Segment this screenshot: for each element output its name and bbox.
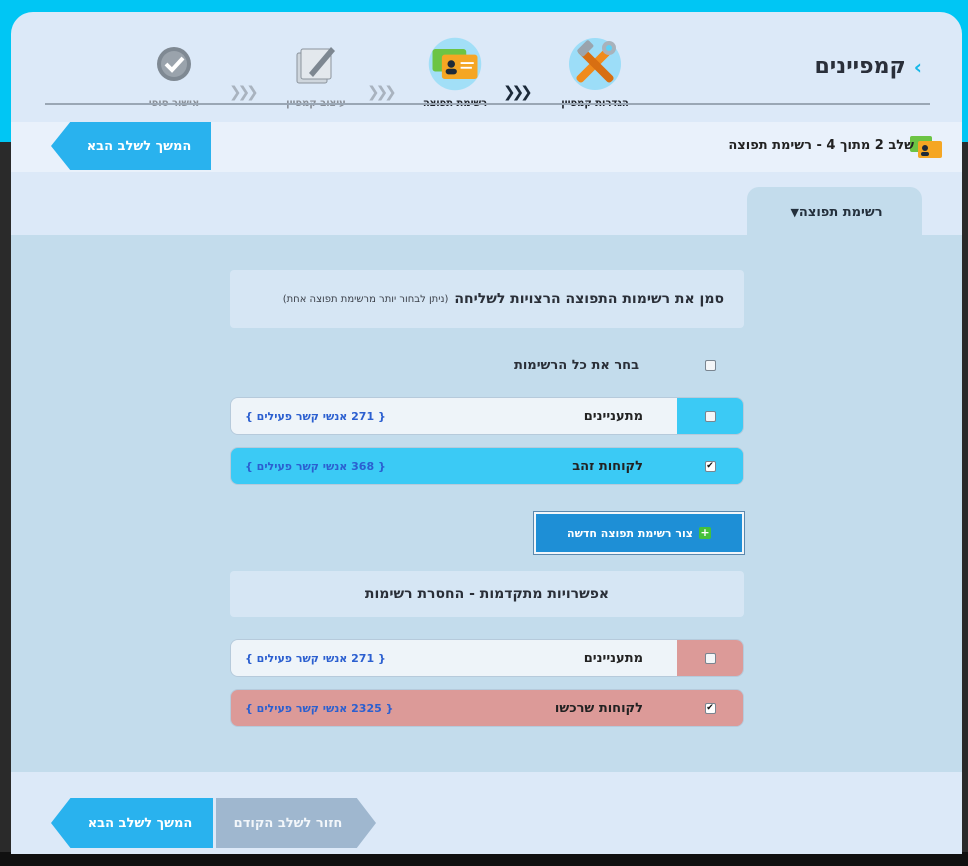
plus-icon: + xyxy=(698,526,711,539)
list-checkbox-cell[interactable]: ✔ xyxy=(677,448,743,484)
tab-label: רשימת תפוצה xyxy=(798,204,883,220)
next-step-button-top[interactable]: המשך לשלב הבא xyxy=(51,122,211,170)
list-name: לקוחות זהב xyxy=(572,458,643,474)
tab-mailing-list[interactable]: רשימת תפוצה ▼ xyxy=(747,187,922,237)
exclude-count-link[interactable]: { 271 אנשי קשר פעילים } xyxy=(231,652,386,665)
next-step-button-bottom[interactable]: המשך לשלב הבא xyxy=(51,798,213,848)
contact-cards-icon xyxy=(425,34,485,94)
list-count-link[interactable]: { 271 אנשי קשר פעילים } xyxy=(231,410,386,423)
exclude-count-link[interactable]: { 2325 אנשי קשר פעילים } xyxy=(231,702,393,715)
list-checkbox[interactable]: ✔ xyxy=(704,460,716,472)
exclude-list-item[interactable]: מתעניינים { 271 אנשי קשר פעילים } xyxy=(230,639,744,677)
step-campaign-design[interactable]: עיצוב קמפיין xyxy=(261,34,371,109)
list-row-body: מתעניינים { 271 אנשי קשר פעילים } xyxy=(231,398,677,434)
previous-step-label: חזור לשלב הקודם xyxy=(233,815,343,831)
taskbar-strip xyxy=(0,852,968,866)
next-step-label: המשך לשלב הבא xyxy=(87,815,193,831)
list-checkbox-cell[interactable] xyxy=(677,398,743,434)
step-final-approval[interactable]: אישור סופי xyxy=(119,34,229,109)
steps-divider xyxy=(45,103,930,105)
step-mailing-list[interactable]: רשימת תפוצה xyxy=(400,34,510,109)
step-campaign-settings[interactable]: הגדרות קמפיין xyxy=(540,34,650,109)
exclude-checkbox[interactable] xyxy=(704,652,716,664)
exclude-row-body: לקוחות שרכשו { 2325 אנשי קשר פעילים } xyxy=(231,690,677,726)
check-circle-icon xyxy=(144,34,204,94)
select-all-row[interactable]: בחר את כל הרשימות xyxy=(514,358,716,373)
list-checkbox[interactable] xyxy=(704,410,716,422)
chevron-right-icon: › xyxy=(913,54,922,79)
exclude-checkbox-cell[interactable]: ✔ xyxy=(677,690,743,726)
exclude-name: מתעניינים xyxy=(583,650,643,666)
next-step-label: המשך לשלב הבא xyxy=(86,138,192,154)
previous-step-button[interactable]: חזור לשלב הקודם xyxy=(216,798,376,848)
step-progress-text: שלב 2 מתוך 4 - רשימת תפוצה xyxy=(728,138,914,153)
exclude-list-item[interactable]: ✔ לקוחות שרכשו { 2325 אנשי קשר פעילים } xyxy=(230,689,744,727)
advanced-title: אפשרויות מתקדמות - החסרת רשימות xyxy=(364,586,610,602)
exclude-checkbox-cell[interactable] xyxy=(677,640,743,676)
select-all-label: בחר את כל הרשימות xyxy=(513,358,639,373)
main-panel: › קמפיינים הגדרות קמפיין ❮❮❮ xyxy=(11,12,962,854)
instruction-title: סמן את רשימות התפוצה הרצויות לשליחה xyxy=(454,291,724,307)
list-name: מתעניינים xyxy=(583,408,643,424)
list-item[interactable]: ✔ לקוחות זהב { 368 אנשי קשר פעילים } xyxy=(230,447,744,485)
page-title: › קמפיינים xyxy=(814,54,922,79)
tools-icon xyxy=(565,34,625,94)
select-all-checkbox[interactable] xyxy=(705,360,716,371)
exclude-row-body: מתעניינים { 271 אנשי קשר פעילים } xyxy=(231,640,677,676)
list-row-body: לקוחות זהב { 368 אנשי קשר פעילים } xyxy=(231,448,677,484)
page-title-text: קמפיינים xyxy=(814,54,906,79)
advanced-box: אפשרויות מתקדמות - החסרת רשימות xyxy=(230,571,744,617)
instruction-note: (ניתן לבחור יותר מרשימת תפוצה אחת) xyxy=(282,293,449,305)
new-list-label: צור רשימת תפוצה חדשה xyxy=(567,526,693,540)
new-list-button[interactable]: + צור רשימת תפוצה חדשה xyxy=(534,512,744,554)
step-arrows-icon: ❮❮❮ xyxy=(229,83,259,101)
list-count-link[interactable]: { 368 אנשי קשר פעילים } xyxy=(231,460,386,473)
exclude-name: לקוחות שרכשו xyxy=(554,700,643,716)
triangle-down-icon: ▼ xyxy=(790,205,799,219)
exclude-checkbox[interactable]: ✔ xyxy=(704,702,716,714)
list-item[interactable]: מתעניינים { 271 אנשי קשר פעילים } xyxy=(230,397,744,435)
instruction-box: סמן את רשימות התפוצה הרצויות לשליחה (נית… xyxy=(230,270,744,328)
design-pen-icon xyxy=(286,34,346,94)
